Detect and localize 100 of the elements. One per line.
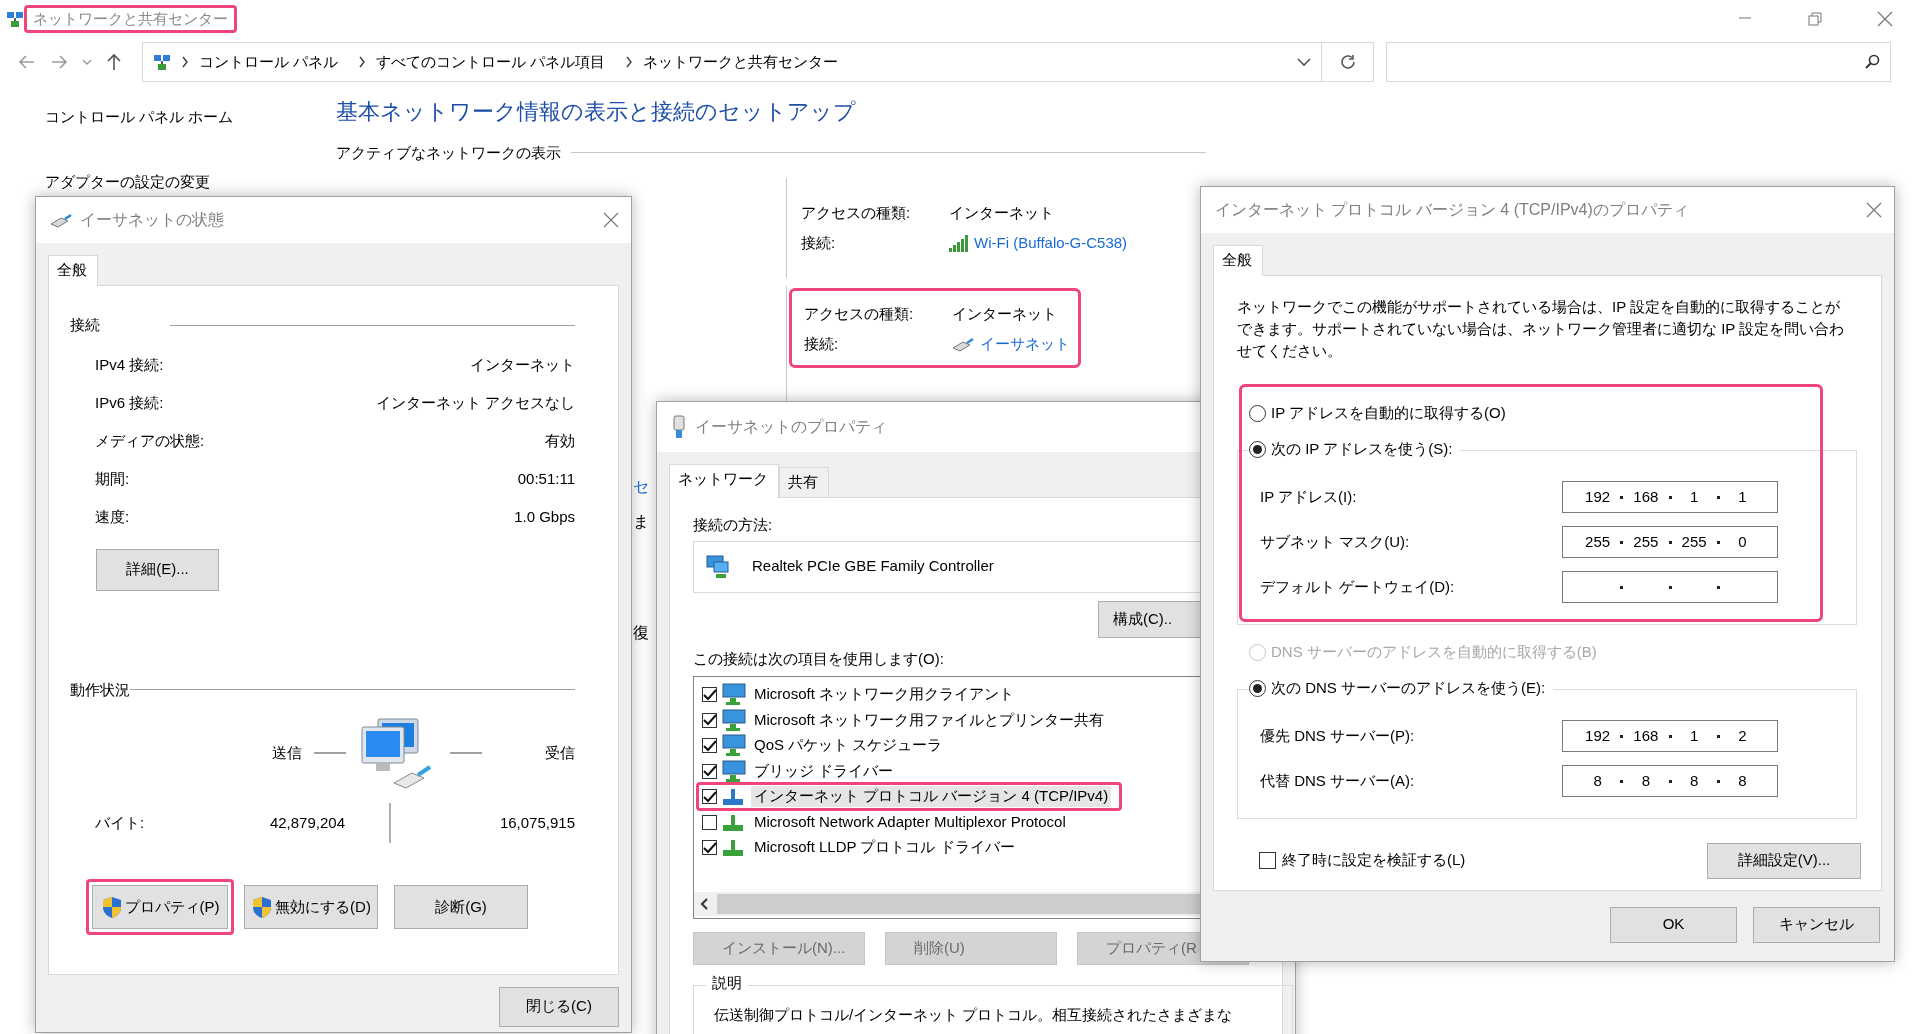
list-item[interactable]: Microsoft ネットワーク用ファイルとプリンター共有: [751, 709, 1107, 731]
close-icon[interactable]: [603, 212, 619, 228]
field-label: 優先 DNS サーバー(P):: [1260, 726, 1416, 746]
restore-icon[interactable]: [1808, 12, 1822, 26]
ip-address-field[interactable]: [1562, 571, 1778, 604]
action-button[interactable]: 診断(G): [394, 885, 528, 930]
field-label: IP アドレス(I):: [1260, 487, 1358, 507]
checkbox[interactable]: [702, 840, 717, 855]
tab[interactable]: 全般: [48, 255, 98, 286]
signal-bars-icon: [949, 234, 968, 253]
checkbox[interactable]: [702, 738, 717, 753]
radio-label: 次の DNS サーバーのアドレスを使う(E):: [1271, 679, 1546, 699]
received-label: 受信: [545, 743, 575, 763]
connection-link[interactable]: イーサネット: [980, 334, 1070, 354]
dropdown-caret-icon[interactable]: [1297, 57, 1311, 67]
connection-link[interactable]: Wi-Fi (Buffalo-G-C538): [974, 233, 1128, 253]
sidebar-link[interactable]: コントロール パネル ホーム: [45, 108, 336, 127]
checkbox[interactable]: [702, 763, 717, 779]
radio-button[interactable]: [1249, 405, 1266, 423]
field-value: インターネット アクセスなし: [375, 394, 575, 413]
refresh-icon[interactable]: [1339, 54, 1356, 70]
close-button[interactable]: 閉じる(C): [499, 986, 619, 1027]
checkbox[interactable]: [1259, 852, 1276, 870]
ok-button[interactable]: OK: [1610, 906, 1737, 943]
breadcrumb-link[interactable]: ネットワークと共有センター: [643, 52, 839, 72]
dialog-title: インターネット プロトコル バージョン 4 (TCP/IPv4)のプロパティ: [1215, 200, 1689, 220]
list-item[interactable]: Microsoft Network Adapter Multiplexor Protocol: [751, 811, 1069, 833]
checkbox-label: 終了時に設定を検証する(L): [1282, 851, 1466, 871]
list-item[interactable]: Microsoft LLDP プロトコル ドライバー: [751, 837, 1018, 858]
ip-address-field[interactable]: 8 8 8 8: [1562, 765, 1778, 798]
field-value: 有効: [545, 432, 575, 451]
caret-icon[interactable]: [82, 58, 92, 66]
close-icon[interactable]: [1866, 202, 1882, 218]
up-arrow-icon[interactable]: [106, 53, 122, 71]
action-button[interactable]: プロパティ(P): [92, 885, 228, 930]
link-text[interactable]: セ: [633, 477, 649, 497]
ip-address-field[interactable]: 255 255 255 0: [1562, 526, 1778, 559]
field-label: アクセスの種類:: [800, 203, 912, 223]
page-heading: 基本ネットワーク情報の表示と接続のセットアップ: [336, 98, 857, 126]
group-label: 説明: [706, 974, 748, 993]
breadcrumb-link[interactable]: すべてのコントロール パネル項目: [376, 52, 606, 72]
network-adapter-icon: [671, 415, 687, 439]
network-plug-icon: [952, 336, 974, 353]
sidebar-link[interactable]: アダプターの設定の変更: [45, 172, 336, 192]
radio-label: DNS サーバーのアドレスを自動的に取得する(B): [1271, 643, 1597, 663]
field-value: 1.0 Gbps: [514, 508, 575, 527]
search-field[interactable]: [1386, 42, 1891, 82]
ip-address-field[interactable]: 192 168 1 1: [1562, 481, 1778, 514]
chevron-icon: [181, 56, 189, 68]
back-arrow-icon[interactable]: [18, 53, 36, 71]
field-label: IPv4 接続:: [95, 356, 164, 375]
close-icon[interactable]: [1877, 11, 1893, 27]
field-label: バイト:: [95, 813, 146, 833]
tab[interactable]: 全般: [1213, 245, 1263, 276]
computer-icon: [721, 683, 747, 706]
breadcrumb-link[interactable]: コントロール パネル: [199, 52, 339, 72]
field-label: 接続の方法:: [693, 515, 773, 535]
chevron-icon: [358, 56, 367, 68]
field-label: IPv6 接続:: [95, 394, 164, 413]
computer-icon: [721, 708, 747, 732]
address-bar[interactable]: コントロール パネル すべてのコントロール パネル項目 ネットワークと共有センター: [142, 42, 1322, 82]
description-text: 伝送制御プロトコル/インターネット プロトコル。相互接続されたさまざまな: [714, 1006, 1234, 1025]
shield-icon: [100, 895, 123, 919]
section-label: 動作状況: [70, 680, 130, 700]
radio-label: IP アドレスを自動的に取得する(O): [1271, 404, 1506, 424]
computer-icon: [721, 734, 747, 757]
checkbox[interactable]: [702, 687, 717, 702]
field-label: 速度:: [95, 508, 130, 527]
body-text: 復: [633, 623, 649, 643]
field-value: インターネット: [949, 203, 1054, 223]
window-title: ネットワークと共有センター: [32, 8, 229, 29]
list-item[interactable]: Microsoft ネットワーク用クライアント: [751, 684, 1017, 705]
network-app-icon: [153, 53, 171, 71]
tab[interactable]: ネットワーク: [669, 464, 779, 498]
list-item[interactable]: ブリッジ ドライバー: [751, 760, 897, 782]
network-adapter-icon: [706, 553, 730, 580]
chevron-icon: [625, 56, 634, 68]
checkbox[interactable]: [702, 712, 717, 728]
checkbox[interactable]: [702, 814, 717, 830]
action-button[interactable]: 無効にする(D): [244, 885, 378, 930]
description-text: ネットワークでこの機能がサポートされている場合は、IP 設定を自動的に取得することができます。サポートされていない場合は、ネットワーク管理者に適切な IP 設定を問い合わせてください。: [1237, 296, 1846, 361]
list-item[interactable]: インターネット プロトコル バージョン 4 (TCP/IPv4): [751, 786, 1112, 807]
field-value: 42,879,204: [268, 813, 345, 833]
field-label: アクセスの種類:: [803, 304, 915, 324]
shield-icon: [251, 895, 274, 919]
radio-button[interactable]: [1249, 441, 1266, 459]
field-value: インターネット: [470, 356, 575, 375]
radio-button[interactable]: [1249, 680, 1266, 698]
advanced-button[interactable]: 詳細設定(V)...: [1707, 842, 1861, 879]
ip-address-field[interactable]: 192 168 1 2: [1562, 720, 1778, 753]
tab[interactable]: 共有: [779, 467, 829, 497]
details-button[interactable]: 詳細(E)...: [96, 548, 219, 591]
forward-arrow-icon[interactable]: [50, 53, 68, 71]
radio-label: 次の IP アドレスを使う(S):: [1271, 440, 1453, 460]
section-title: アクティブなネットワークの表示: [336, 143, 561, 163]
list-item[interactable]: QoS パケット スケジューラ: [751, 735, 946, 756]
cancel-button[interactable]: キャンセル: [1753, 906, 1880, 943]
field-label: 代替 DNS サーバー(A):: [1260, 771, 1416, 791]
checkbox[interactable]: [702, 789, 717, 804]
field-label: 接続:: [800, 233, 837, 253]
